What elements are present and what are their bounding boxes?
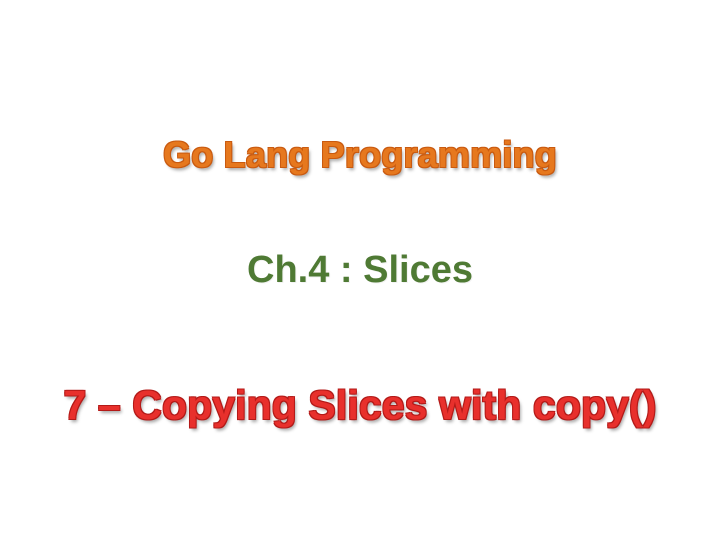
lesson-subtitle: 7 – Copying Slices with copy()	[63, 382, 657, 428]
slide: Go Lang Programming Ch.4 : Slices 7 – Co…	[0, 0, 720, 540]
chapter-heading: Ch.4 : Slices	[247, 249, 473, 291]
slide-title: Go Lang Programming	[163, 134, 557, 175]
